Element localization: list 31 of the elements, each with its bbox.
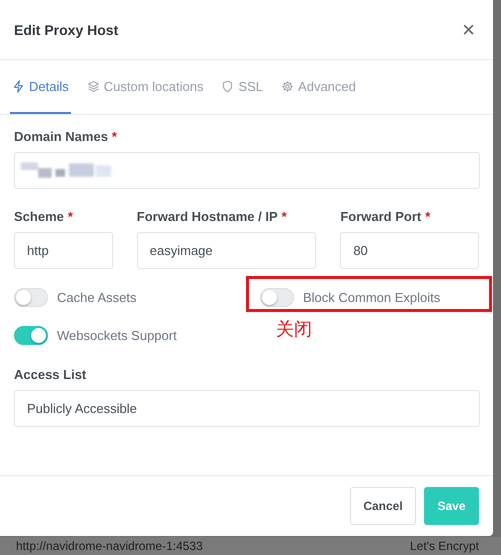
toggle-label: Block Common Exploits: [303, 290, 440, 304]
toggle-label: Websockets Support: [57, 328, 177, 342]
background-text: http://navidrome-navidrome-1:4533: [16, 539, 203, 553]
toggle-label: Cache Assets: [57, 290, 136, 304]
input-field[interactable]: easyimage: [136, 232, 316, 269]
background-text: Let's Encrypt: [410, 539, 479, 553]
field-label: Forward Hostname / IP: [136, 209, 278, 224]
close-button[interactable]: ×: [458, 16, 479, 42]
domain-field[interactable]: [14, 152, 480, 189]
layers-icon: [86, 80, 100, 92]
lightning-icon: [12, 80, 25, 92]
input-field[interactable]: 80: [340, 232, 479, 269]
required-mark: *: [68, 209, 73, 224]
field-label: Scheme: [14, 209, 64, 224]
input-field[interactable]: http: [14, 232, 113, 269]
required-mark: *: [112, 129, 117, 144]
required-mark: *: [282, 209, 287, 224]
tab[interactable]: Details: [10, 60, 71, 114]
shield-icon: [221, 80, 234, 92]
toggle-switch[interactable]: [260, 288, 294, 306]
field-label: Domain Names: [14, 129, 108, 144]
dialog-title: Edit Proxy Host: [14, 22, 118, 38]
select-field[interactable]: Publicly Accessible: [14, 390, 480, 427]
annotation-text: 关闭: [276, 318, 312, 341]
toggle-switch[interactable]: [14, 326, 48, 344]
field-label: Access List: [14, 367, 86, 382]
required-mark: *: [425, 209, 430, 224]
field-label: Forward Port: [340, 209, 422, 224]
toggle-switch[interactable]: [14, 288, 48, 306]
settings-icon: [281, 80, 294, 92]
cancel-button[interactable]: Cancel: [350, 487, 416, 525]
